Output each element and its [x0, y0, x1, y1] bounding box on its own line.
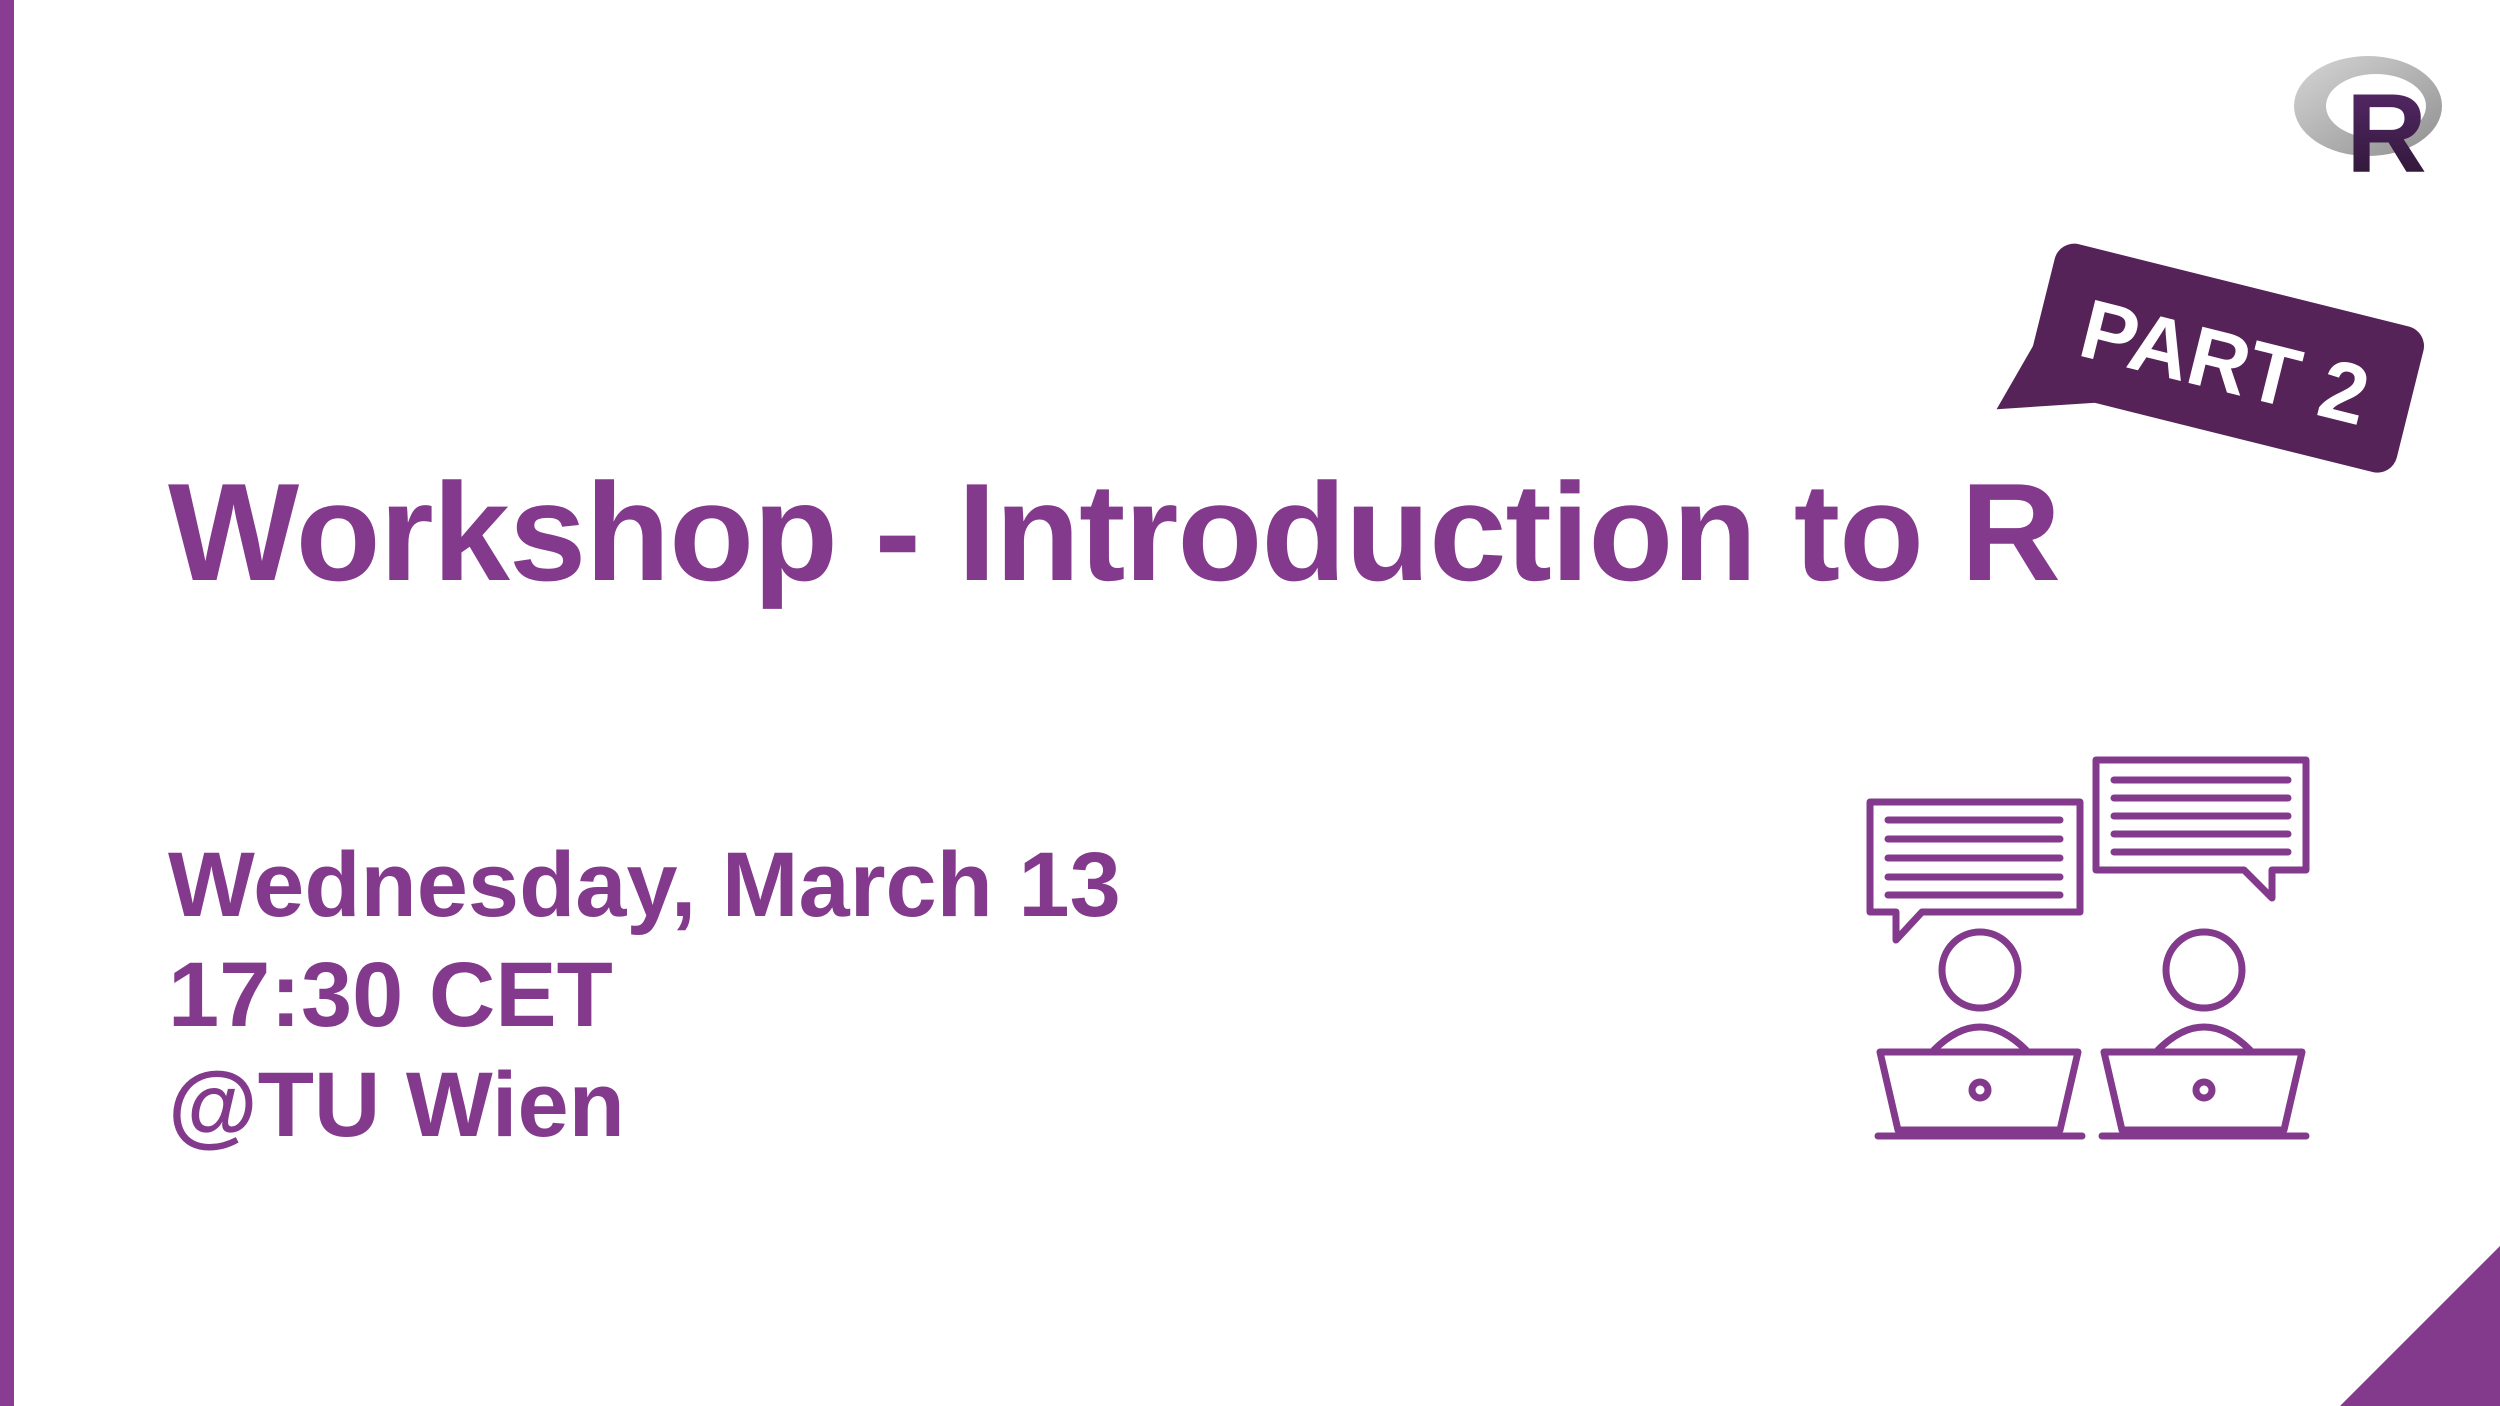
two-people-laptops-chat-icon	[1866, 756, 2310, 1140]
page-title: Workshop - Introduction to R	[168, 455, 2061, 610]
left-accent-bar	[0, 0, 14, 1406]
slide: R PART 2 Workshop - Introduction to R We…	[0, 0, 2500, 1406]
event-date: Wednesday, March 13	[168, 834, 1121, 936]
event-time: 17:30 CET	[168, 944, 613, 1046]
corner-accent-triangle	[2340, 1246, 2500, 1406]
r-logo-letter: R	[2346, 71, 2427, 180]
r-logo-icon: R	[2294, 56, 2442, 180]
event-location: @TU Wien	[168, 1054, 625, 1156]
event-details: Wednesday, March 13 17:30 CET @TU Wien	[168, 830, 1121, 1160]
